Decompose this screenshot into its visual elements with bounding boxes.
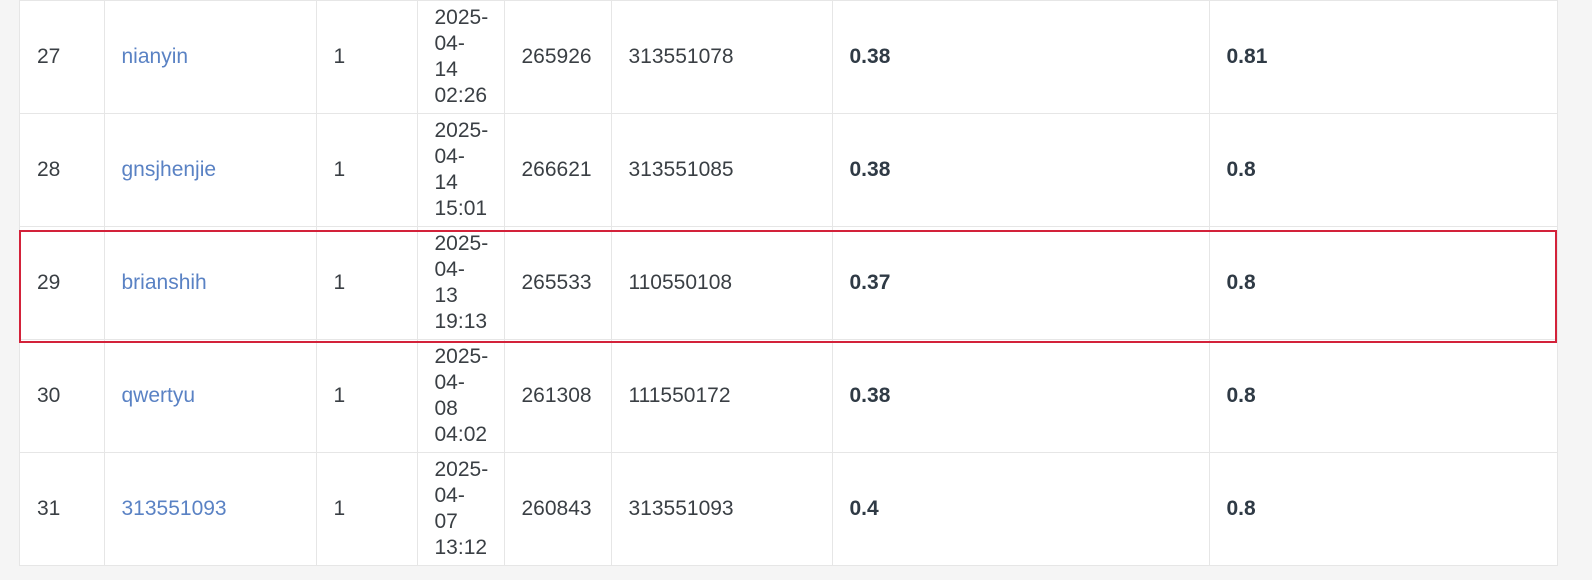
- date-time: 04:02: [434, 423, 488, 446]
- date-cell: 2025- 04-14 02:26: [417, 0, 505, 114]
- score-cell-2: 0.8: [1209, 339, 1557, 453]
- date-cell: 2025- 04-14 15:01: [417, 113, 505, 227]
- entries-cell: 1: [316, 452, 418, 566]
- submission-id-cell: 265533: [504, 226, 612, 340]
- date-cell: 2025- 04-08 04:02: [417, 339, 505, 453]
- date-year: 2025-: [434, 458, 489, 481]
- date-cell: 2025- 04-13 19:13: [417, 226, 505, 340]
- team-link[interactable]: 313551093: [122, 497, 227, 520]
- score-cell-1: 0.38: [832, 0, 1210, 114]
- date-time: 02:26: [434, 84, 488, 107]
- date-year: 2025-: [434, 232, 489, 255]
- rank-cell: 31: [20, 452, 105, 566]
- score-value: 0.38: [849, 158, 891, 181]
- student-id-cell: 313551085: [611, 113, 833, 227]
- date-monthday: 04-07: [434, 484, 465, 533]
- rank-cell: 29: [20, 226, 105, 340]
- score-cell-2: 0.8: [1209, 226, 1557, 340]
- submission-id-cell: 265926: [504, 0, 612, 114]
- submission-id-cell: 260843: [504, 452, 612, 566]
- score-value: 0.8: [1226, 271, 1256, 294]
- student-id-cell: 313551078: [611, 0, 833, 114]
- score-value: 0.38: [849, 45, 891, 68]
- rank-cell: 30: [20, 339, 105, 453]
- team-cell: 313551093: [104, 452, 317, 566]
- student-id-cell: 111550172: [611, 339, 833, 453]
- team-cell: gnsjhenjie: [104, 113, 317, 227]
- score-cell-1: 0.37: [832, 226, 1210, 340]
- score-value: 0.8: [1226, 384, 1256, 407]
- date-year: 2025-: [434, 345, 489, 368]
- team-link[interactable]: brianshih: [122, 271, 207, 294]
- team-link[interactable]: qwertyu: [122, 384, 196, 407]
- date-year: 2025-: [434, 6, 489, 29]
- team-cell: qwertyu: [104, 339, 317, 453]
- table-row: 27 nianyin 1 2025- 04-14 02:26 265926 31…: [20, 0, 1557, 114]
- date-monthday: 04-14: [434, 145, 465, 194]
- table-row: 28 gnsjhenjie 1 2025- 04-14 15:01 266621…: [20, 113, 1557, 227]
- table-row: 31 313551093 1 2025- 04-07 13:12 260843 …: [20, 452, 1557, 566]
- table-row-highlighted: 29 brianshih 1 2025- 04-13 19:13 265533 …: [20, 226, 1557, 340]
- submission-id-cell: 266621: [504, 113, 612, 227]
- table-row: 30 qwertyu 1 2025- 04-08 04:02 261308 11…: [20, 339, 1557, 453]
- score-value: 0.37: [849, 271, 891, 294]
- entries-cell: 1: [316, 113, 418, 227]
- rank-cell: 28: [20, 113, 105, 227]
- date-year: 2025-: [434, 119, 489, 142]
- date-time: 13:12: [434, 536, 488, 559]
- leaderboard-table-container: 27 nianyin 1 2025- 04-14 02:26 265926 31…: [19, 0, 1558, 566]
- score-value: 0.38: [849, 384, 891, 407]
- score-cell-1: 0.38: [832, 113, 1210, 227]
- student-id-cell: 110550108: [611, 226, 833, 340]
- submission-id-cell: 261308: [504, 339, 612, 453]
- entries-cell: 1: [316, 0, 418, 114]
- student-id-cell: 313551093: [611, 452, 833, 566]
- leaderboard-table: 27 nianyin 1 2025- 04-14 02:26 265926 31…: [20, 0, 1557, 566]
- score-value: 0.81: [1226, 45, 1268, 68]
- entries-cell: 1: [316, 339, 418, 453]
- date-monthday: 04-08: [434, 371, 465, 420]
- team-cell: nianyin: [104, 0, 317, 114]
- score-value: 0.8: [1226, 158, 1256, 181]
- date-time: 15:01: [434, 197, 488, 220]
- date-monthday: 04-13: [434, 258, 465, 307]
- score-value: 0.4: [849, 497, 879, 520]
- score-cell-1: 0.4: [832, 452, 1210, 566]
- score-value: 0.8: [1226, 497, 1256, 520]
- score-cell-2: 0.8: [1209, 452, 1557, 566]
- date-cell: 2025- 04-07 13:12: [417, 452, 505, 566]
- entries-cell: 1: [316, 226, 418, 340]
- score-cell-1: 0.38: [832, 339, 1210, 453]
- team-link[interactable]: nianyin: [122, 45, 189, 68]
- team-cell: brianshih: [104, 226, 317, 340]
- score-cell-2: 0.8: [1209, 113, 1557, 227]
- date-time: 19:13: [434, 310, 488, 333]
- score-cell-2: 0.81: [1209, 0, 1557, 114]
- rank-cell: 27: [20, 0, 105, 114]
- date-monthday: 04-14: [434, 32, 465, 81]
- team-link[interactable]: gnsjhenjie: [122, 158, 217, 181]
